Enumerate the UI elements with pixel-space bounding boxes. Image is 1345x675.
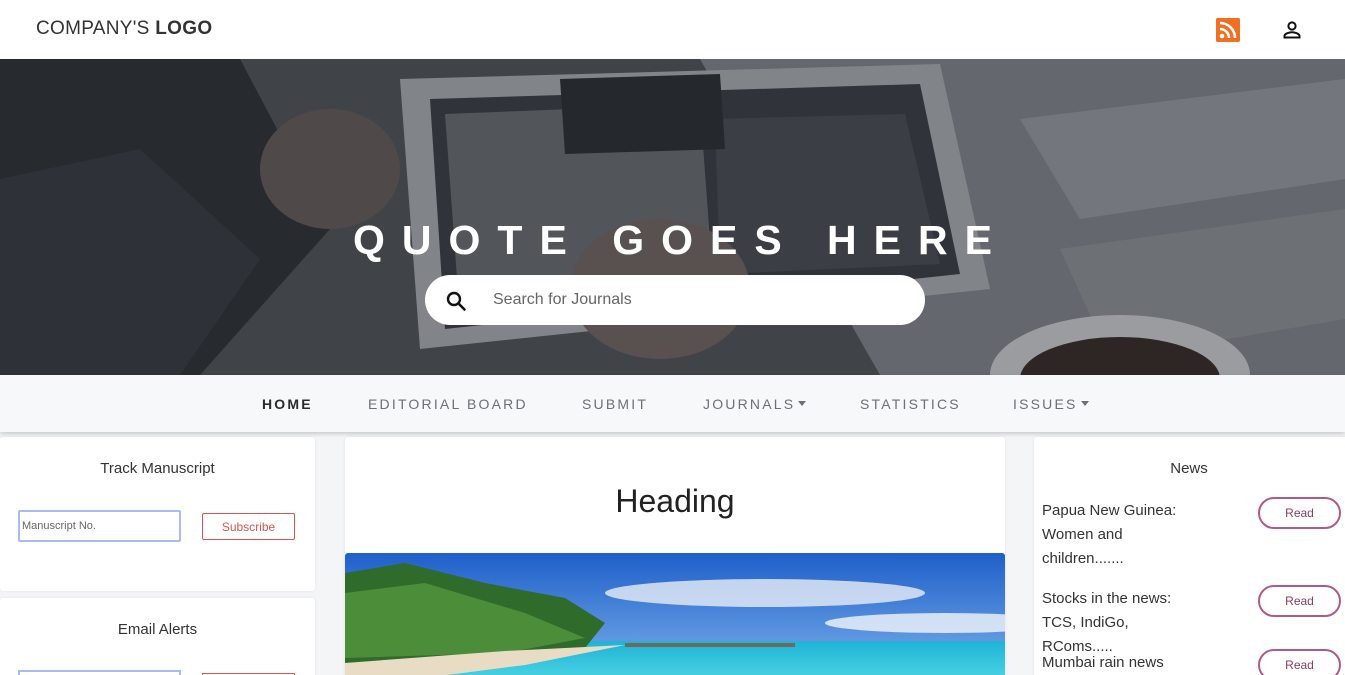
nav-home-label: HOME [262,396,313,412]
journal-search-input[interactable] [493,287,893,313]
read-button[interactable]: Read [1258,649,1341,675]
company-logo[interactable]: COMPANY'S LOGO [36,18,212,40]
main-heading: Heading [615,483,735,519]
beach-image [345,553,1005,675]
hero-banner: QUOTE GOES HERE [0,59,1345,375]
nav-submit-label: SUBMIT [582,396,649,412]
news-card: News Papua New Guinea: Women and childre… [1034,437,1345,675]
main-nav: HOME EDITORIAL BOARD SUBMIT JOURNALS STA… [0,375,1345,432]
nav-statistics[interactable]: STATISTICS [860,396,961,412]
journal-search-bar [425,275,925,325]
track-manuscript-title: Track Manuscript [100,460,215,477]
nav-issues-dropdown[interactable]: ISSUES [1013,396,1089,412]
news-item-text[interactable]: Papua New Guinea: Women and children....… [1042,499,1202,571]
nav-home[interactable]: HOME [262,396,313,412]
top-bar: COMPANY'S LOGO [0,0,1345,59]
subscribe-button[interactable]: Subscribe [202,513,295,540]
rss-feed-icon[interactable] [1216,18,1240,42]
chevron-down-icon [1080,401,1089,406]
read-button[interactable]: Read [1258,497,1341,529]
email-alerts-title: Email Alerts [117,621,198,638]
nav-editorial-board[interactable]: EDITORIAL BOARD [368,396,528,412]
user-account-icon[interactable] [1282,20,1302,40]
email-input[interactable] [18,670,181,675]
nav-journals-label: JOURNALS [703,396,796,412]
manuscript-number-input[interactable] [18,510,181,542]
nav-editorial-board-label: EDITORIAL BOARD [368,396,528,412]
news-title: News [1170,460,1208,477]
read-button[interactable]: Read [1258,585,1341,617]
track-manuscript-card: Track Manuscript Subscribe [0,437,315,591]
news-item-text[interactable]: Mumbai rain news [1042,651,1202,675]
logo-prefix: COMPANY'S [36,18,150,39]
nav-submit[interactable]: SUBMIT [582,396,648,412]
nav-statistics-label: STATISTICS [860,396,961,412]
nav-journals-dropdown[interactable]: JOURNALS [703,396,807,412]
hero-quote: QUOTE GOES HERE [353,217,1009,263]
main-content-card: Heading [345,437,1005,675]
search-icon[interactable] [445,290,467,312]
nav-issues-label: ISSUES [1013,396,1078,412]
logo-bold: LOGO [155,18,213,39]
chevron-down-icon [798,401,807,406]
email-alerts-card: Email Alerts [0,598,315,675]
news-item-text[interactable]: Stocks in the news: TCS, IndiGo, RComs..… [1042,587,1202,659]
